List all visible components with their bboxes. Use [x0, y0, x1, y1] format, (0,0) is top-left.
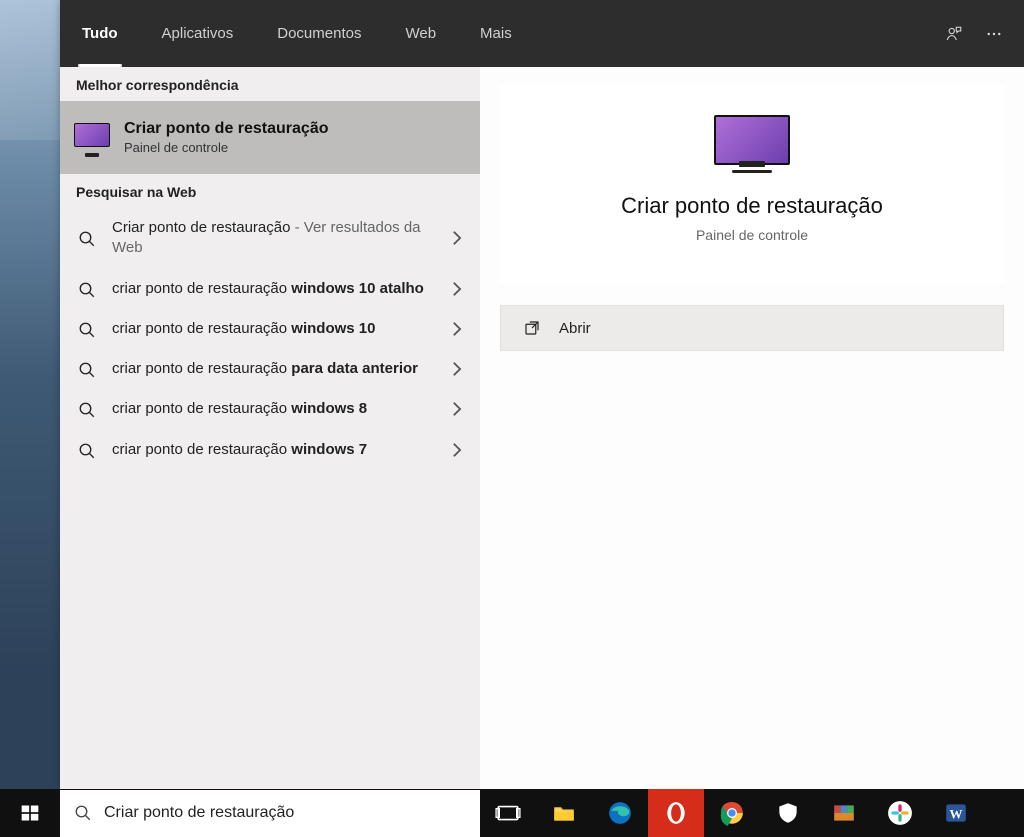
detail-title: Criar ponto de restauração — [621, 193, 883, 219]
taskbar-app-file-explorer[interactable] — [536, 789, 592, 837]
tab-all[interactable]: Tudo — [60, 0, 140, 67]
tab-more-label: Mais — [480, 25, 512, 42]
web-result-5[interactable]: criar ponto de restauração windows 7 — [60, 430, 480, 470]
tab-more[interactable]: Mais — [458, 0, 540, 67]
web-result-1[interactable]: criar ponto de restauração windows 10 at… — [60, 269, 480, 309]
taskbar-app-opera[interactable] — [648, 789, 704, 837]
best-match-title: Criar ponto de restauração — [124, 120, 329, 138]
search-icon — [76, 319, 98, 339]
search-tabs-bar: Tudo Aplicativos Documentos Web Mais — [60, 0, 1024, 67]
detail-pane: Criar ponto de restauração Painel de con… — [480, 67, 1024, 789]
search-window: Tudo Aplicativos Documentos Web Mais Mel… — [60, 0, 1024, 789]
taskbar-app-edge[interactable] — [592, 789, 648, 837]
search-icon — [76, 440, 98, 460]
chevron-right-icon — [446, 280, 466, 298]
best-match-result[interactable]: Criar ponto de restauração Painel de con… — [60, 101, 480, 174]
best-match-subtitle: Painel de controle — [124, 140, 329, 155]
shield-icon — [775, 800, 801, 826]
section-header-web: Pesquisar na Web — [60, 174, 480, 208]
search-icon — [74, 804, 92, 822]
monitor-icon — [74, 123, 110, 153]
ellipsis-icon — [985, 25, 1003, 43]
search-body: Melhor correspondência Criar ponto de re… — [60, 67, 1024, 789]
start-button[interactable] — [0, 789, 60, 837]
word-icon: W — [943, 800, 969, 826]
taskbar-app-word[interactable]: W — [928, 789, 984, 837]
chevron-right-icon — [446, 441, 466, 459]
web-result-3[interactable]: criar ponto de restauração para data ant… — [60, 349, 480, 389]
chevron-right-icon — [446, 400, 466, 418]
web-result-0[interactable]: Criar ponto de restauração - Ver resulta… — [60, 208, 480, 269]
detail-subtitle: Painel de controle — [696, 227, 808, 243]
open-icon — [523, 319, 541, 337]
more-options-button[interactable] — [974, 14, 1014, 54]
results-pane: Melhor correspondência Criar ponto de re… — [60, 67, 480, 789]
tab-documents[interactable]: Documentos — [255, 0, 383, 67]
web-result-2[interactable]: criar ponto de restauração windows 10 — [60, 309, 480, 349]
winrar-icon — [831, 800, 857, 826]
search-tabs: Tudo Aplicativos Documentos Web Mais — [60, 0, 540, 67]
best-match-text: Criar ponto de restauração Painel de con… — [124, 120, 329, 155]
taskbar-apps: W — [480, 789, 984, 837]
action-open[interactable]: Abrir — [500, 305, 1004, 351]
slack-icon — [887, 800, 913, 826]
chevron-right-icon — [446, 229, 466, 247]
web-results-list: Criar ponto de restauração - Ver resulta… — [60, 208, 480, 490]
web-result-label: criar ponto de restauração para data ant… — [112, 359, 432, 379]
taskbar-app-slack[interactable] — [872, 789, 928, 837]
web-result-label: criar ponto de restauração windows 8 — [112, 399, 432, 419]
section-header-best-match: Melhor correspondência — [60, 67, 480, 101]
feedback-button[interactable] — [934, 14, 974, 54]
action-open-label: Abrir — [559, 320, 591, 337]
folder-icon — [551, 800, 577, 826]
search-icon — [76, 279, 98, 299]
chevron-right-icon — [446, 320, 466, 338]
person-feedback-icon — [945, 25, 963, 43]
taskbar-app-chrome[interactable] — [704, 789, 760, 837]
web-result-label: Criar ponto de restauração - Ver resulta… — [112, 218, 432, 259]
monitor-icon — [714, 115, 790, 165]
web-result-label: criar ponto de restauração windows 10 at… — [112, 279, 432, 299]
web-result-4[interactable]: criar ponto de restauração windows 8 — [60, 389, 480, 429]
tab-web[interactable]: Web — [383, 0, 458, 67]
chrome-icon — [719, 800, 745, 826]
web-result-label: criar ponto de restauração windows 10 — [112, 319, 432, 339]
taskbar: W — [0, 789, 1024, 837]
taskbar-app-security[interactable] — [760, 789, 816, 837]
chevron-right-icon — [446, 360, 466, 378]
task-view-icon — [495, 800, 521, 826]
taskbar-search-input[interactable] — [104, 804, 466, 822]
taskbar-app-winrar[interactable] — [816, 789, 872, 837]
opera-icon — [663, 800, 689, 826]
search-icon — [76, 359, 98, 379]
tab-apps[interactable]: Aplicativos — [140, 0, 256, 67]
svg-text:W: W — [950, 806, 963, 821]
taskbar-search-box[interactable] — [60, 790, 480, 837]
taskbar-app-task-view[interactable] — [480, 789, 536, 837]
detail-card: Criar ponto de restauração Painel de con… — [500, 85, 1004, 283]
web-result-label: criar ponto de restauração windows 7 — [112, 440, 432, 460]
windows-logo-icon — [20, 803, 40, 823]
edge-icon — [607, 800, 633, 826]
search-icon — [76, 399, 98, 419]
search-icon — [76, 228, 98, 248]
